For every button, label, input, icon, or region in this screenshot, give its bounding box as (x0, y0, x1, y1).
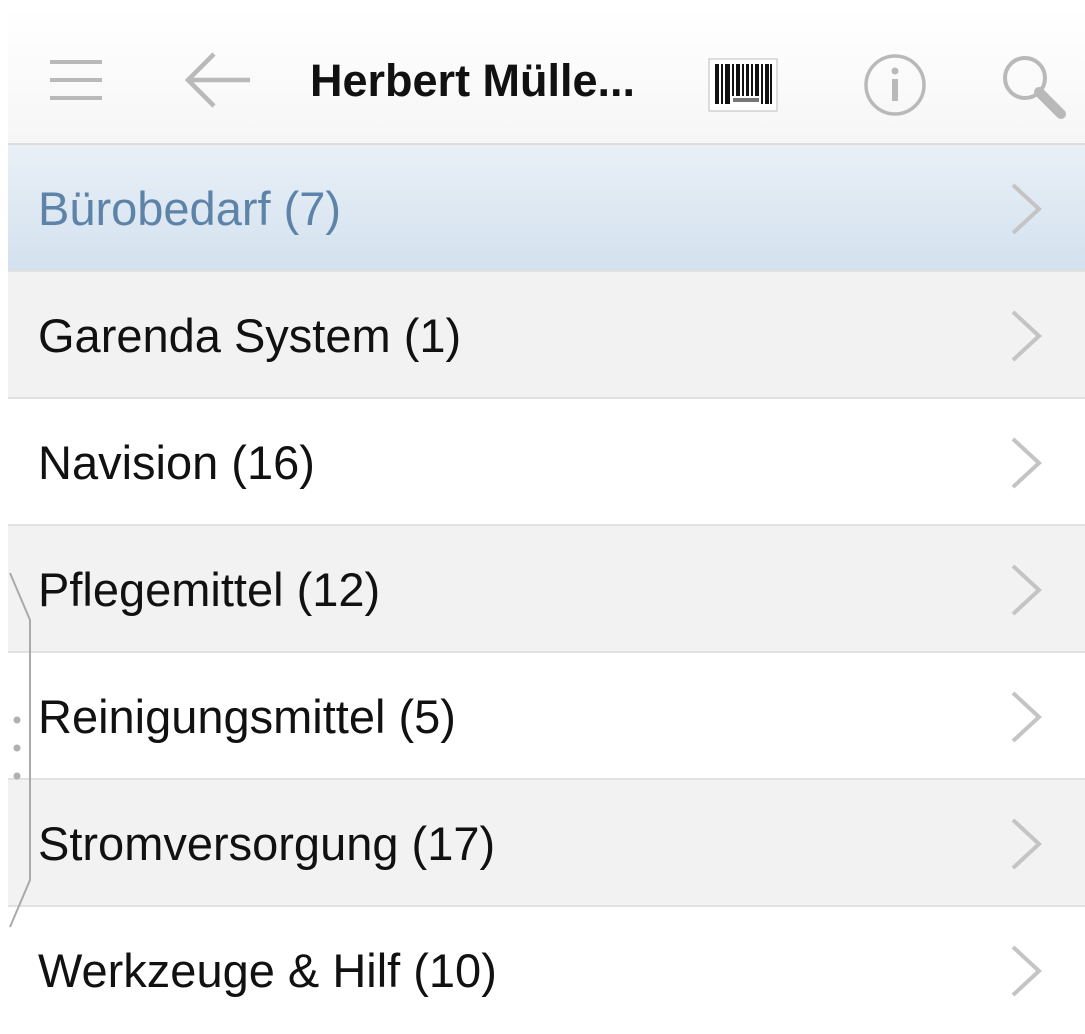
list-item-stromversorgung[interactable]: Stromversorgung (17) (8, 780, 1085, 907)
chevron-right-icon (1011, 437, 1042, 489)
list-item-garenda-system[interactable]: Garenda System (1) (8, 272, 1085, 399)
list-item-label: Navision (16) (38, 436, 315, 489)
chevron-right-icon (1011, 945, 1042, 997)
list-item-label: Werkzeuge & Hilf (10) (38, 944, 497, 997)
list-item-buerobedarf[interactable]: Bürobedarf (7) (8, 145, 1085, 272)
back-button[interactable] (176, 44, 260, 116)
chevron-right-icon (1011, 564, 1042, 616)
page-title: Herbert Mülle... (310, 55, 636, 106)
list-item-werkzeuge-hilf[interactable]: Werkzeuge & Hilf (10) (8, 907, 1085, 1034)
list-item-navision[interactable]: Navision (16) (8, 399, 1085, 526)
list-item-label: Stromversorgung (17) (38, 817, 496, 870)
menu-button[interactable] (44, 48, 108, 112)
menu-icon (50, 60, 102, 100)
chevron-right-icon (1011, 310, 1042, 362)
chevron-right-icon (1011, 691, 1042, 743)
chevron-right-icon (1011, 183, 1042, 235)
list-item-label: Bürobedarf (7) (38, 182, 342, 235)
search-icon (1003, 56, 1066, 119)
app-toolbar: Herbert Mülle... (8, 8, 1085, 145)
back-arrow-icon (184, 52, 250, 108)
list-item-reinigungsmittel[interactable]: Reinigungsmittel (5) (8, 653, 1085, 780)
side-drawer-handle[interactable] (0, 565, 36, 935)
list-item-label: Reinigungsmittel (5) (38, 690, 456, 743)
category-list: Bürobedarf (7) Garenda System (1) Navisi… (8, 145, 1085, 1034)
barcode-icon (708, 58, 778, 112)
info-button[interactable] (856, 46, 934, 124)
drag-handle-icon (9, 572, 31, 928)
info-icon (864, 54, 926, 116)
list-item-pflegemittel[interactable]: Pflegemittel (12) (8, 526, 1085, 653)
list-item-label: Garenda System (1) (38, 309, 462, 362)
search-button[interactable] (990, 44, 1076, 128)
chevron-right-icon (1011, 818, 1042, 870)
list-item-label: Pflegemittel (12) (38, 563, 381, 616)
barcode-scan-button[interactable] (705, 55, 781, 115)
